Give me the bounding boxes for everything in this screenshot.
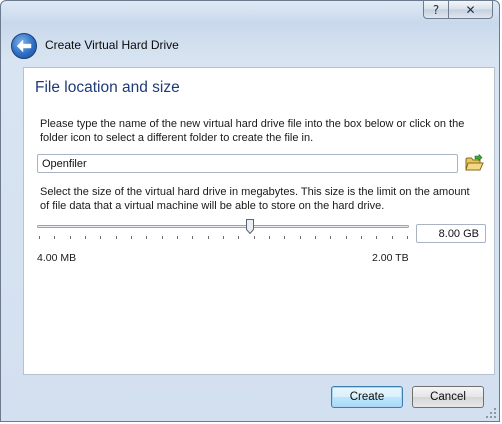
close-button[interactable]: ✕ [449, 1, 493, 19]
caption-buttons: ? ✕ [423, 1, 493, 19]
slider-tick [269, 236, 270, 239]
file-name-input[interactable] [37, 154, 458, 173]
back-button[interactable] [11, 33, 37, 59]
slider-track [37, 225, 409, 228]
slider-tick [376, 236, 377, 239]
slider-tick [131, 236, 132, 239]
slider-tick [208, 236, 209, 239]
slider-tick [300, 236, 301, 239]
slider-tick [407, 236, 408, 239]
slider-tick [392, 236, 393, 239]
slider-ticks [37, 236, 409, 240]
resize-grip-icon[interactable] [485, 407, 497, 419]
slider-tick [315, 236, 316, 239]
location-description: Please type the name of the new virtual … [40, 118, 465, 144]
header-bar: Create Virtual Hard Drive [1, 23, 499, 67]
slider-tick [361, 236, 362, 239]
slider-tick [116, 236, 117, 239]
window-title: Create Virtual Hard Drive [45, 38, 179, 52]
slider-tick [330, 236, 331, 239]
slider-tick [177, 236, 178, 239]
folder-open-icon [465, 153, 484, 171]
slider-thumb[interactable] [246, 219, 254, 234]
close-icon: ✕ [465, 2, 476, 17]
content-panel: File location and size Please type the n… [23, 67, 495, 375]
slider-tick [85, 236, 86, 239]
slider-max-label: 2.00 TB [372, 252, 409, 264]
slider-min-label: 4.00 MB [37, 252, 77, 264]
slider-tick [284, 236, 285, 239]
help-icon: ? [432, 2, 440, 17]
slider-tick [54, 236, 55, 239]
dialog-window: ? ✕ Create Virtual Hard Drive File locat… [0, 0, 500, 422]
slider-tick [100, 236, 101, 239]
create-button[interactable]: Create [331, 386, 403, 408]
slider-tick [39, 236, 40, 239]
slider-tick [146, 236, 147, 239]
page-title: File location and size [35, 79, 180, 96]
cancel-button[interactable]: Cancel [412, 386, 484, 408]
size-input[interactable] [416, 224, 486, 243]
slider-tick [192, 236, 193, 239]
size-description: Select the size of the virtual hard driv… [40, 186, 470, 212]
slider-tick [254, 236, 255, 239]
slider-tick [162, 236, 163, 239]
slider-tick [223, 236, 224, 239]
folder-button[interactable] [465, 153, 484, 173]
back-arrow-icon [16, 39, 32, 53]
size-slider[interactable] [37, 217, 409, 245]
slider-tick [70, 236, 71, 239]
slider-tick [238, 236, 239, 239]
slider-tick [346, 236, 347, 239]
help-button[interactable]: ? [423, 1, 449, 19]
